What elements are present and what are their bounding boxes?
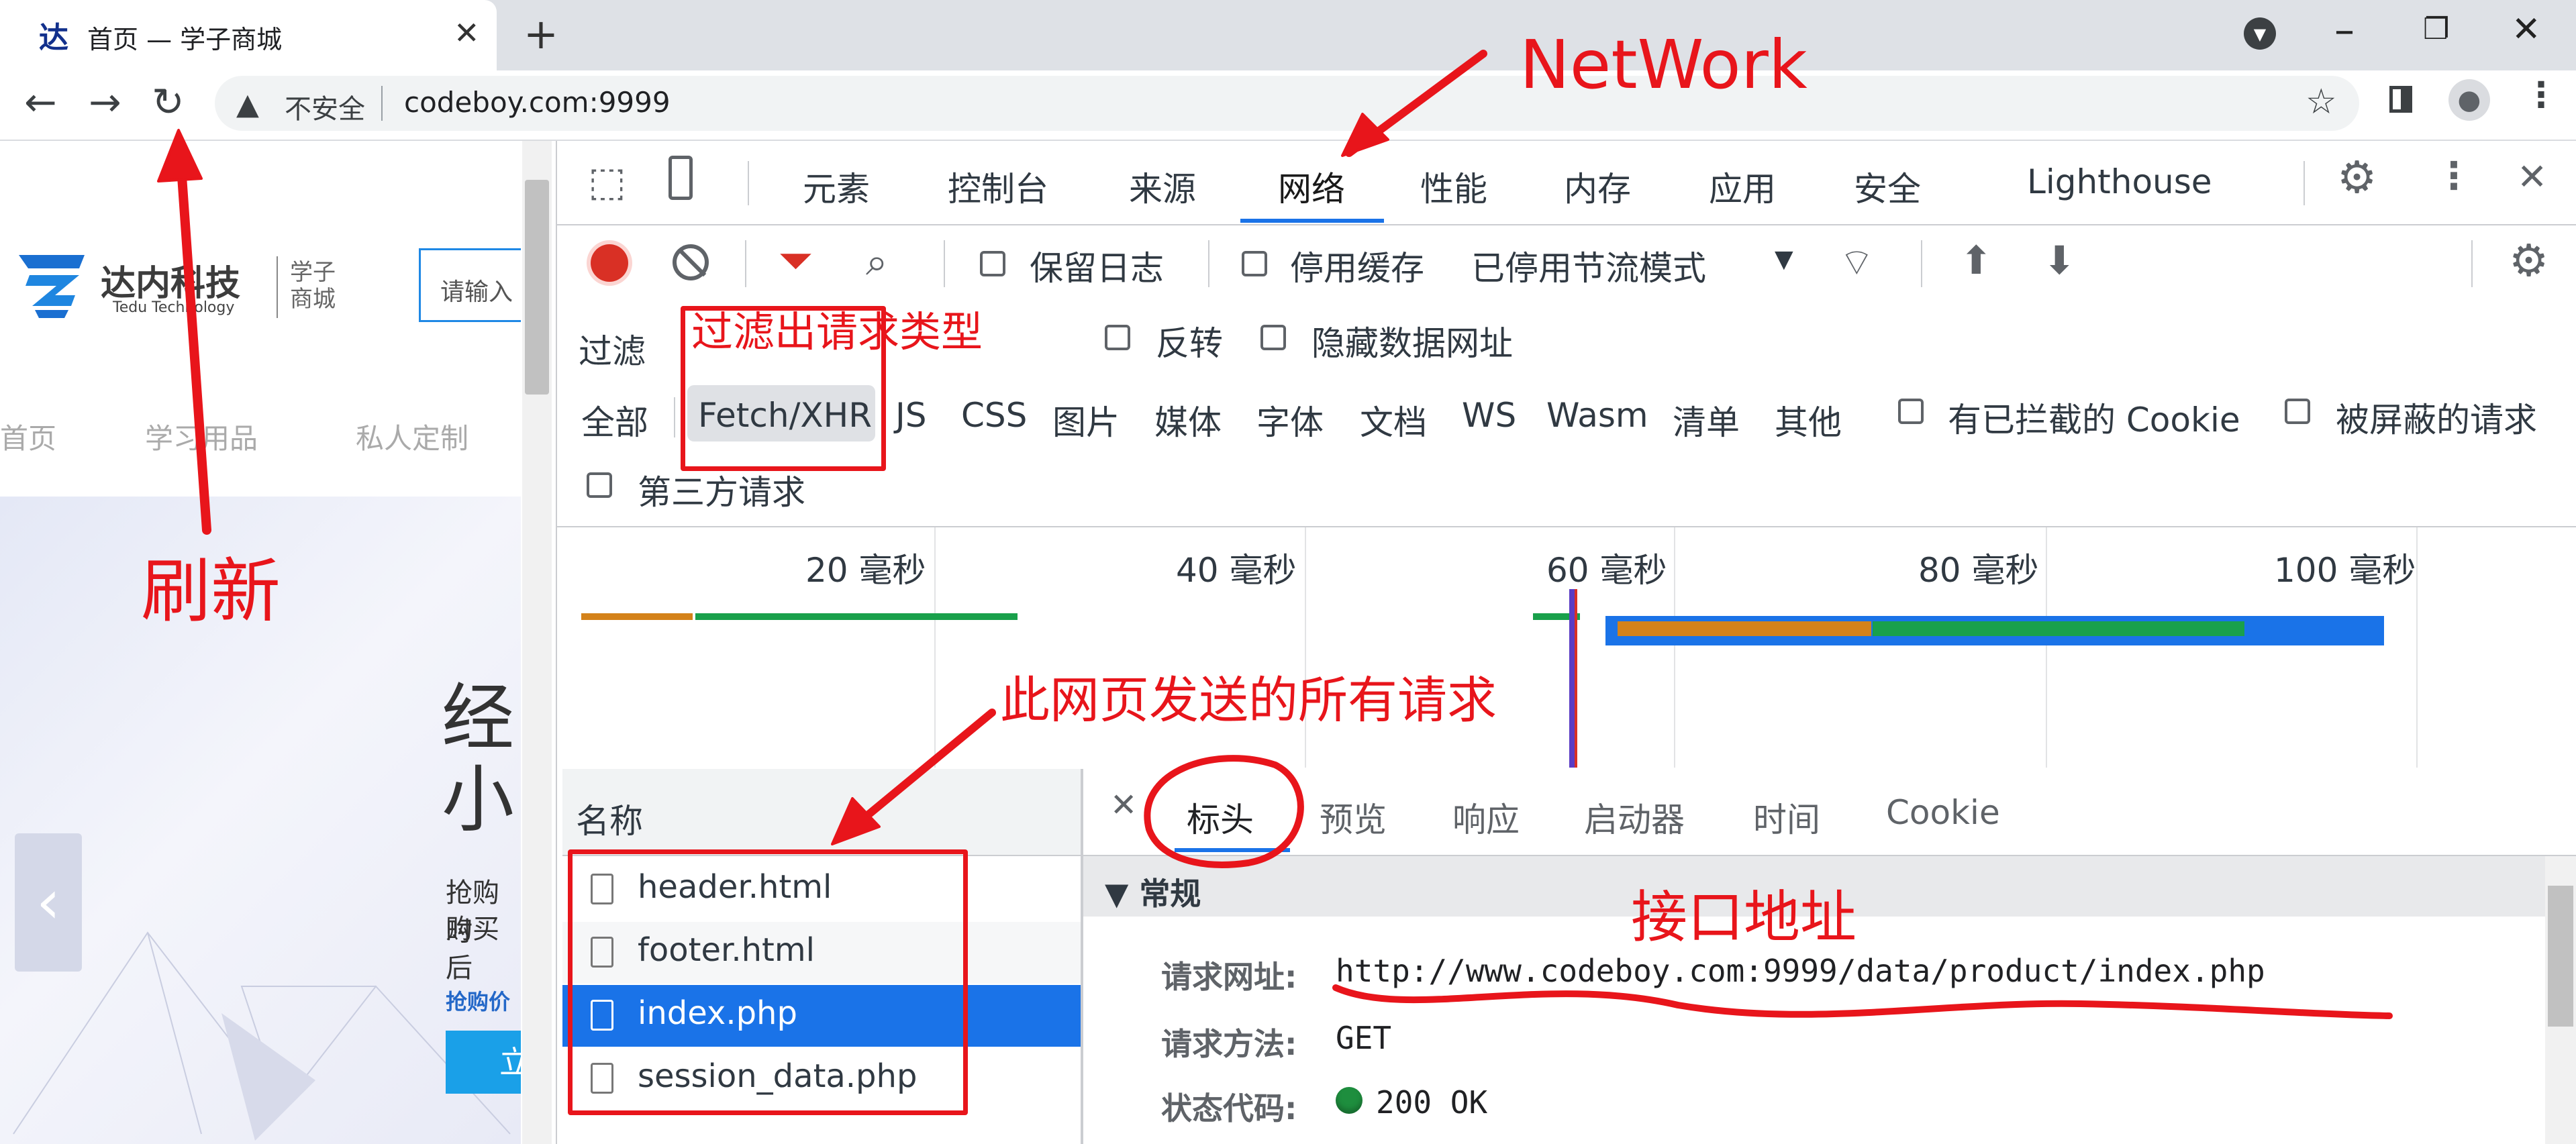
annotation-api-address: 接口地址 <box>1631 884 1857 950</box>
annotation-filter-type: 过滤出请求类型 <box>691 307 983 356</box>
annotation-network: NetWork <box>1520 25 1807 104</box>
annotation-refresh: 刷新 <box>141 550 281 632</box>
annotation-arrows <box>157 50 2393 1019</box>
annotation-all-requests: 此网页发送的所有请求 <box>1000 672 1497 729</box>
